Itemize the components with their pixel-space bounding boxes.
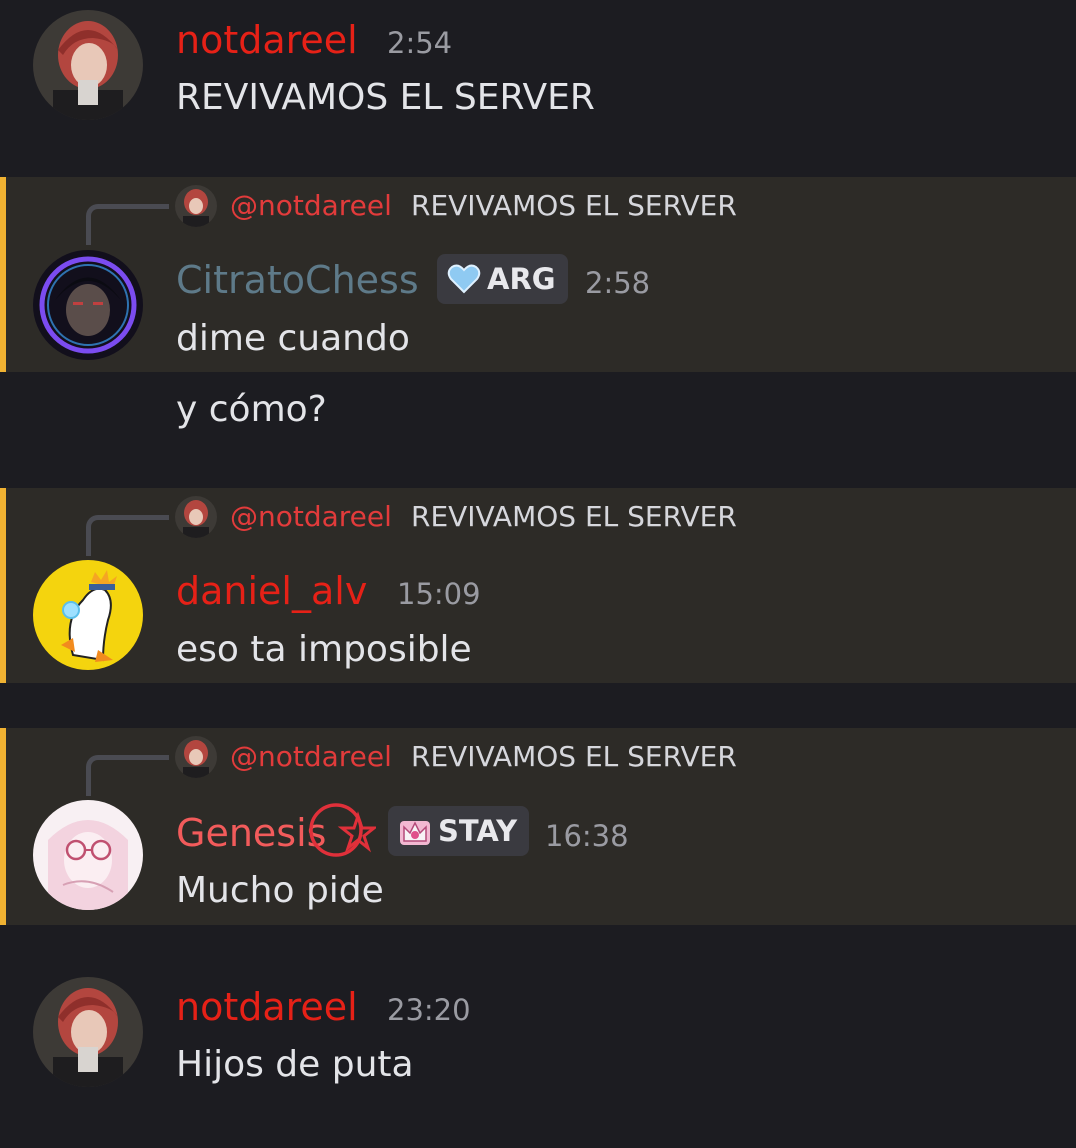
reply-preview-text[interactable]: REVIVAMOS EL SERVER: [411, 499, 737, 535]
message-text: eso ta imposible: [176, 629, 472, 670]
message-timestamp: 15:09: [397, 577, 481, 611]
reply-avatar: [175, 496, 217, 538]
reply-connector: [86, 204, 169, 245]
message-text: Hijos de puta: [176, 1044, 414, 1085]
message-author[interactable]: CitratoChess: [176, 258, 419, 302]
reply-avatar: [175, 736, 217, 778]
reply-mention[interactable]: @notdareel: [230, 499, 392, 535]
message-timestamp: 2:54: [387, 26, 453, 60]
role-tag-label: STAY: [438, 814, 518, 848]
reply-connector: [86, 755, 169, 796]
message-text: y cómo?: [176, 389, 327, 430]
message-timestamp: 2:58: [585, 266, 651, 300]
star-circle-emoji: [309, 803, 376, 857]
role-tag[interactable]: STAY: [388, 806, 530, 856]
message-text: dime cuando: [176, 318, 410, 359]
user-avatar-notdareel[interactable]: [33, 10, 143, 120]
reply-preview-text[interactable]: REVIVAMOS EL SERVER: [411, 739, 737, 775]
reply-mention[interactable]: @notdareel: [230, 739, 392, 775]
user-avatar-notdareel[interactable]: [33, 977, 143, 1087]
user-avatar-citratochess[interactable]: [33, 250, 143, 360]
message-author[interactable]: notdareel: [176, 18, 358, 62]
role-tag-label: ARG: [487, 262, 556, 296]
message-text: Mucho pide: [176, 870, 384, 911]
message-author[interactable]: daniel_alv: [176, 569, 367, 613]
heart-icon: [447, 264, 481, 294]
message-timestamp: 23:20: [387, 993, 471, 1027]
message-text: REVIVAMOS EL SERVER: [176, 77, 595, 118]
role-tag[interactable]: ARG: [437, 254, 568, 304]
crown-badge-icon: [400, 821, 430, 845]
reply-preview-text[interactable]: REVIVAMOS EL SERVER: [411, 188, 737, 224]
reply-avatar: [175, 185, 217, 227]
message-author[interactable]: notdareel: [176, 985, 358, 1029]
reply-mention[interactable]: @notdareel: [230, 188, 392, 224]
user-avatar-genesis[interactable]: [33, 800, 143, 910]
message-timestamp: 16:38: [545, 819, 629, 853]
message-author[interactable]: Genesis: [176, 811, 326, 855]
user-avatar-daniel-alv[interactable]: [33, 560, 143, 670]
reply-connector: [86, 515, 169, 556]
